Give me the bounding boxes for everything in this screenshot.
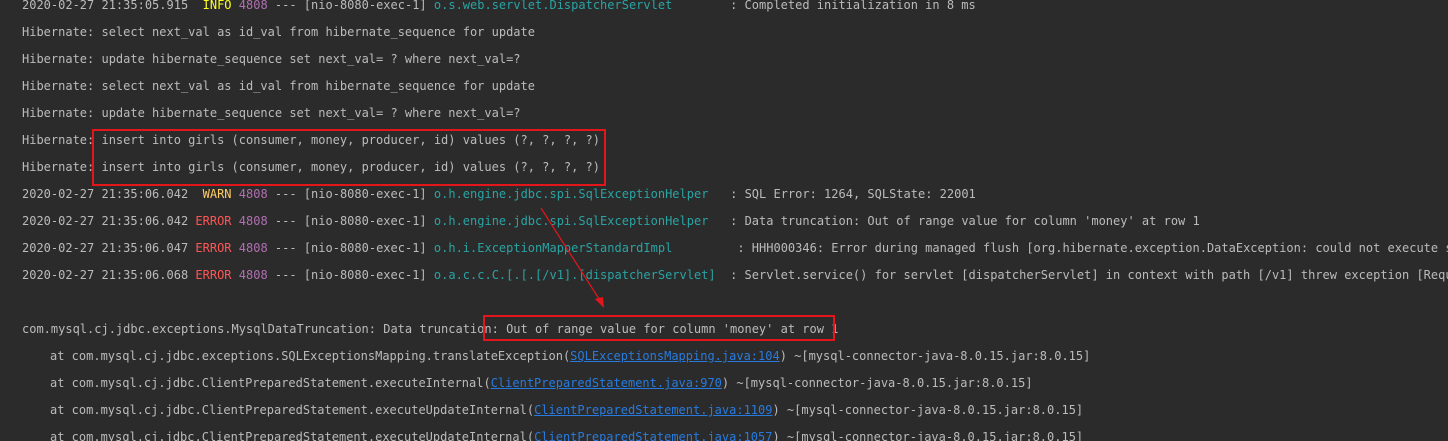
console-output: 2020-02-27 21:35:05.915 INFO 4808 --- [n…	[0, 0, 1448, 441]
annotation-arrow	[540, 207, 604, 308]
